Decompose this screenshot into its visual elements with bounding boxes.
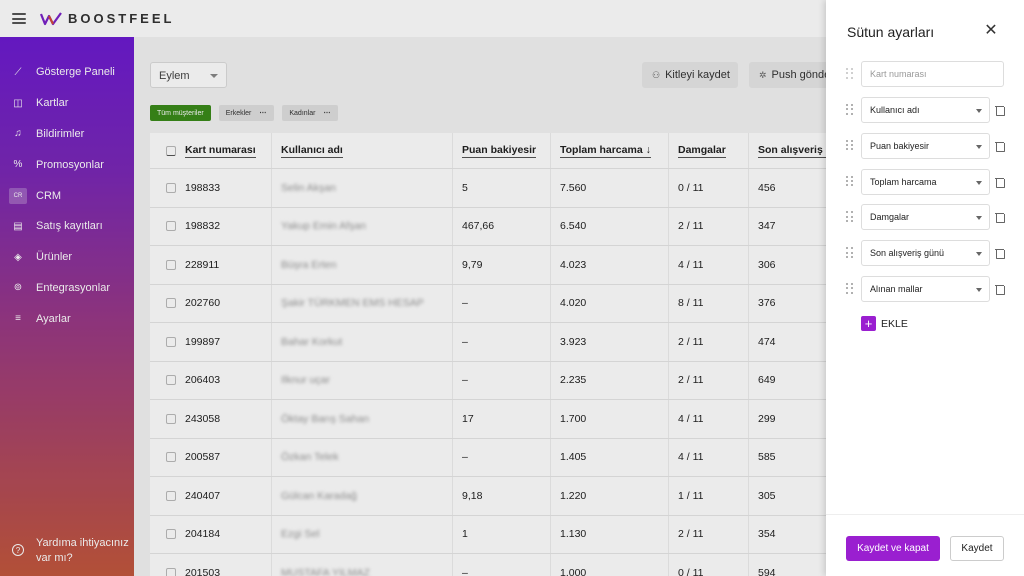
trash-icon[interactable] — [995, 141, 1005, 152]
column-row: Puan bakiyesir — [846, 132, 1005, 159]
chevron-down-icon — [976, 180, 982, 185]
column-row: Toplam harcama — [846, 168, 1005, 195]
column-select-value: Damgalar — [870, 212, 910, 223]
drag-handle-icon[interactable] — [846, 104, 854, 116]
app-root: BOOSTFEEL ⟋ Gösterge Paneli ◫ Kartlar ♫ Bildi… — [0, 0, 1024, 576]
trash-icon[interactable] — [995, 177, 1005, 188]
column-select-value: Kullanıcı adı — [870, 105, 920, 115]
column-row: Kullanıcı adı — [846, 97, 1005, 123]
drag-handle-icon[interactable] — [846, 211, 854, 223]
trash-icon[interactable] — [995, 105, 1005, 116]
column-select-value: Toplam harcama — [870, 176, 937, 187]
save-and-close-button[interactable]: Kaydet ve kapat — [846, 536, 940, 561]
chevron-down-icon — [976, 109, 982, 113]
chevron-down-icon — [976, 144, 982, 149]
save-button[interactable]: Kaydet — [950, 536, 1004, 561]
column-select-value: Puan bakiyesir — [870, 140, 930, 151]
column-settings-panel: Sütun ayarları ✕ Kart numarası Kullanıcı… — [826, 0, 1024, 576]
fixed-column-input[interactable]: Kart numarası — [861, 61, 1004, 87]
column-row: Damgalar — [846, 204, 1005, 231]
column-select[interactable]: Toplam harcama — [861, 168, 990, 195]
column-row: Son alışveriş günü — [846, 240, 1005, 267]
add-column-button[interactable]: + EKLE — [861, 316, 908, 331]
column-row-fixed: Kart numarası — [846, 61, 1004, 87]
chevron-down-icon — [976, 252, 982, 257]
plus-icon: + — [861, 316, 876, 331]
modal-backdrop[interactable] — [0, 0, 826, 576]
trash-icon[interactable] — [995, 248, 1005, 260]
column-select-value: Son alışveriş günü — [870, 248, 945, 259]
close-icon[interactable]: ✕ — [984, 23, 998, 39]
panel-title: Sütun ayarları — [847, 24, 935, 40]
drag-handle-icon[interactable] — [846, 283, 854, 295]
column-select[interactable]: Kullanıcı adı — [861, 97, 990, 123]
column-select-value: Alınan mallar — [870, 284, 923, 294]
column-row: Alınan mallar — [846, 276, 1005, 302]
chevron-down-icon — [976, 288, 982, 292]
column-select[interactable]: Son alışveriş günü — [861, 240, 990, 267]
panel-footer: Kaydet ve kapat Kaydet — [826, 514, 1024, 576]
column-select[interactable]: Alınan mallar — [861, 276, 990, 302]
drag-handle-icon[interactable] — [846, 175, 854, 188]
drag-handle-icon[interactable] — [846, 139, 854, 152]
add-column-label: EKLE — [881, 317, 908, 330]
trash-icon[interactable] — [995, 212, 1005, 224]
drag-handle-icon[interactable] — [846, 68, 854, 80]
trash-icon[interactable] — [995, 284, 1005, 295]
chevron-down-icon — [976, 216, 982, 221]
column-select[interactable]: Damgalar — [861, 204, 990, 231]
column-select[interactable]: Puan bakiyesir — [861, 132, 990, 159]
drag-handle-icon[interactable] — [846, 247, 854, 259]
